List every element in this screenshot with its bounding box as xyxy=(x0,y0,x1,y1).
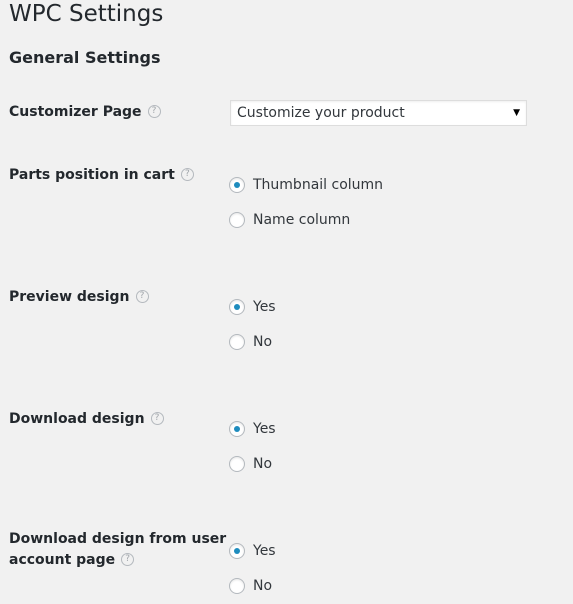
radio-button[interactable] xyxy=(229,334,245,350)
radio-option-label: No xyxy=(253,456,273,472)
radio-button-checked[interactable] xyxy=(229,421,245,437)
radio-option-label: No xyxy=(253,578,273,594)
radio-option-user-account-no[interactable]: No xyxy=(229,577,272,595)
customizer-page-selected-value: Customize your product xyxy=(237,105,405,121)
radio-checked-dot-icon xyxy=(234,304,240,310)
radio-option-download-yes[interactable]: Yes xyxy=(229,420,276,438)
radio-option-label: Thumbnail column xyxy=(253,177,384,193)
radio-option-label: Name column xyxy=(253,212,351,228)
help-icon[interactable]: ? xyxy=(121,553,135,566)
radio-checked-dot-icon xyxy=(234,182,240,188)
dropdown-arrow-icon: ▼ xyxy=(513,108,520,118)
section-title: General Settings xyxy=(9,48,161,67)
download-design-label-text: Download design xyxy=(9,411,145,427)
help-icon[interactable]: ? xyxy=(135,290,149,303)
preview-design-label-text: Preview design xyxy=(9,289,130,305)
help-icon[interactable]: ? xyxy=(147,105,161,118)
radio-button[interactable] xyxy=(229,212,245,228)
parts-position-label: Parts position in cart? xyxy=(9,165,194,186)
radio-option-thumbnail-column[interactable]: Thumbnail column xyxy=(229,176,383,194)
radio-button-checked[interactable] xyxy=(229,299,245,315)
help-icon[interactable]: ? xyxy=(150,412,164,425)
radio-button[interactable] xyxy=(229,456,245,472)
download-user-account-label: Download design from user xyxy=(9,529,226,550)
download-design-label: Download design? xyxy=(9,409,164,430)
download-user-account-label-line2: account page xyxy=(9,552,116,568)
radio-button-checked[interactable] xyxy=(229,177,245,193)
radio-button[interactable] xyxy=(229,578,245,594)
radio-checked-dot-icon xyxy=(234,548,240,554)
radio-option-label: Yes xyxy=(253,299,276,315)
radio-option-label: Yes xyxy=(253,543,276,559)
radio-option-preview-yes[interactable]: Yes xyxy=(229,298,276,316)
settings-page: WPC Settings General Settings Customizer… xyxy=(0,0,573,604)
help-icon[interactable]: ? xyxy=(180,168,194,181)
preview-design-label: Preview design? xyxy=(9,287,149,308)
radio-button-checked[interactable] xyxy=(229,543,245,559)
radio-option-preview-no[interactable]: No xyxy=(229,333,272,351)
download-user-account-label-line1: Download design from user xyxy=(9,531,227,547)
customizer-page-label: Customizer Page? xyxy=(9,102,161,123)
parts-position-label-text: Parts position in cart xyxy=(9,167,175,183)
radio-option-user-account-yes[interactable]: Yes xyxy=(229,542,276,560)
page-title: WPC Settings xyxy=(9,1,164,27)
radio-option-name-column[interactable]: Name column xyxy=(229,211,350,229)
radio-option-label: No xyxy=(253,334,273,350)
customizer-page-label-text: Customizer Page xyxy=(9,104,142,120)
download-user-account-label-2: account page? xyxy=(9,550,135,571)
radio-option-download-no[interactable]: No xyxy=(229,455,272,473)
radio-checked-dot-icon xyxy=(234,426,240,432)
radio-option-label: Yes xyxy=(253,421,276,437)
customizer-page-select[interactable]: Customize your product ▼ xyxy=(230,100,527,126)
